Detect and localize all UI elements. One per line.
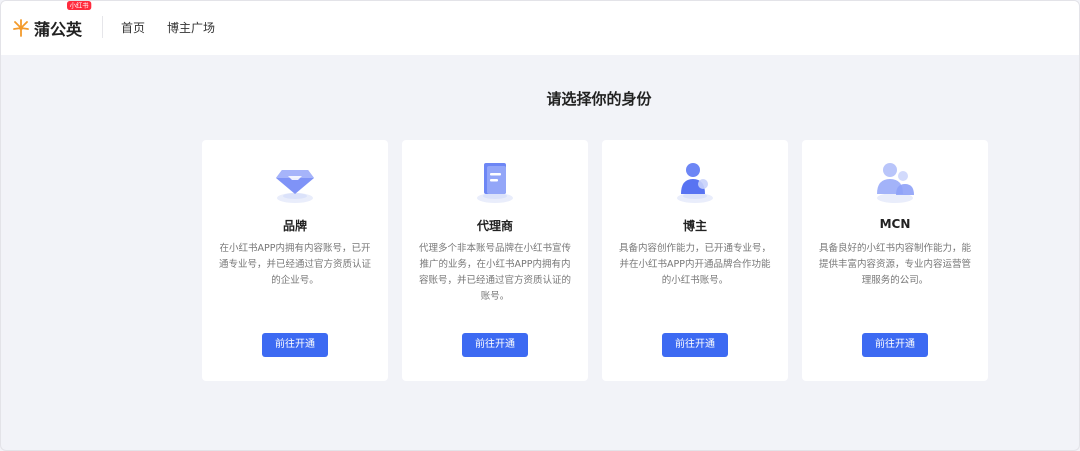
group-icon	[877, 163, 914, 203]
card-title: 品牌	[282, 219, 307, 233]
card-description: 在小红书APP内拥有内容账号，已开通专业号，并已经通过官方资质认证的企业号。	[218, 243, 371, 286]
card-title: 博主	[682, 219, 707, 233]
identity-card-brand: 品牌 在小红书APP内拥有内容账号，已开通专业号，并已经通过官方资质认证的企业号…	[202, 140, 388, 381]
page-title: 请选择你的身份	[546, 90, 652, 108]
page: 蒲公英 小红书 首页 博主广场 请选择你的身份 品牌 在小红书APP内拥有内容账…	[0, 0, 1080, 451]
open-brand-button[interactable]: 前往开通	[262, 333, 328, 357]
card-title: 代理商	[476, 219, 513, 233]
identity-card-agency: 代理商 代理多个非本账号品牌在小红书宣传推广的业务，在小红书APP内拥有内容账号…	[402, 140, 588, 381]
identity-card-creator: 博主 具备内容创作能力，已开通专业号，并在小红书APP内开通品牌合作功能的小红书…	[602, 140, 788, 381]
open-mcn-button[interactable]: 前往开通	[862, 333, 928, 357]
diamond-icon	[276, 170, 314, 203]
identity-card-mcn: MCN 具备良好的小红书内容制作能力，能提供丰富内容资源，专业内容运营管理服务的…	[802, 140, 988, 381]
card-description: 代理多个非本账号品牌在小红书宣传推广的业务，在小红书APP内拥有内容账号，并已经…	[418, 243, 571, 302]
top-header: 蒲公英 小红书 首页 博主广场	[1, 1, 1079, 55]
card-description: 具备内容创作能力，已开通专业号，并在小红书APP内开通品牌合作功能的小红书账号。	[618, 243, 771, 286]
logo-badge: 小红书	[67, 1, 92, 10]
nav-home[interactable]: 首页	[121, 19, 145, 36]
open-agency-button[interactable]: 前往开通	[462, 333, 528, 357]
nav-creator-square[interactable]: 博主广场	[167, 19, 215, 36]
card-title: MCN	[879, 217, 911, 231]
user-icon	[677, 163, 713, 203]
document-icon	[477, 163, 513, 203]
dandelion-logo-icon	[13, 19, 29, 37]
card-description: 具备良好的小红书内容制作能力，能提供丰富内容资源，专业内容运营管理服务的公司。	[818, 243, 971, 286]
logo[interactable]: 蒲公英	[11, 13, 82, 43]
header-divider	[102, 16, 103, 38]
logo-text: 蒲公英	[34, 20, 83, 39]
open-creator-button[interactable]: 前往开通	[662, 333, 728, 357]
